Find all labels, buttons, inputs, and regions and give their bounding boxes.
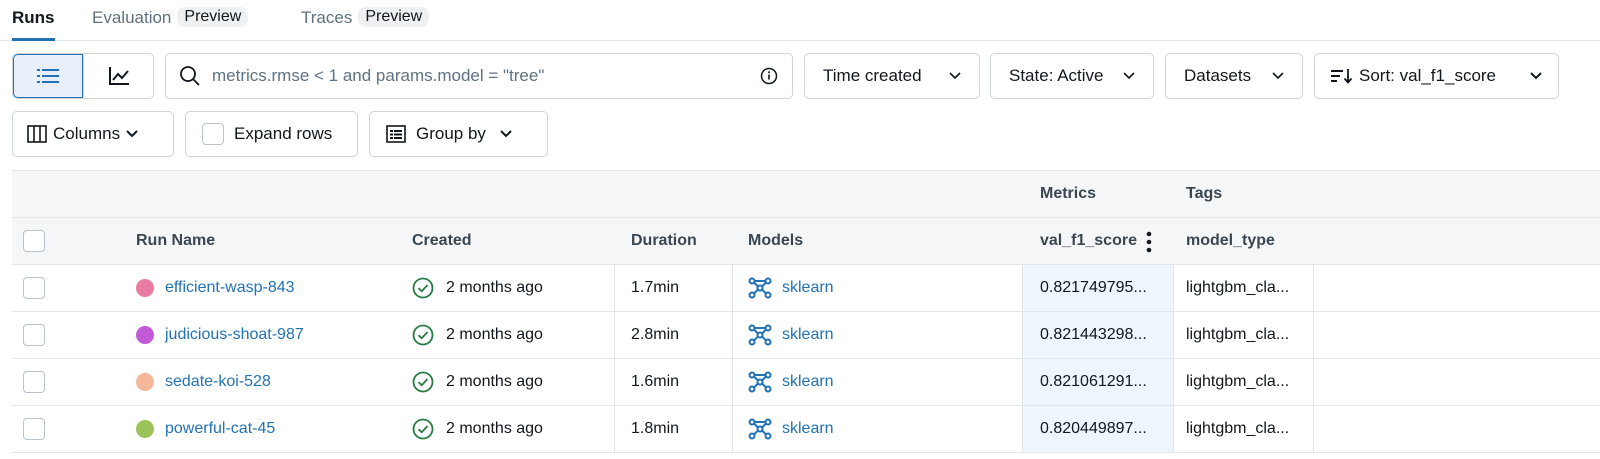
- success-check-icon: [412, 324, 434, 346]
- tab-runs[interactable]: Runs: [12, 8, 55, 41]
- column-group-header: Metrics Tags: [12, 170, 1600, 217]
- state-dropdown[interactable]: State: Active: [990, 53, 1154, 99]
- row-checkbox[interactable]: [23, 418, 45, 440]
- list-icon: [37, 67, 59, 85]
- model-link[interactable]: sklearn: [782, 373, 834, 391]
- duration: 2.8min: [631, 326, 680, 343]
- tab-traces[interactable]: Traces Preview: [301, 7, 430, 41]
- metric-value: 0.821061291...: [1040, 373, 1147, 390]
- tab-evaluation[interactable]: Evaluation Preview: [92, 7, 249, 41]
- sort-icon: [1331, 67, 1353, 85]
- success-check-icon: [412, 371, 434, 393]
- info-icon[interactable]: [760, 67, 778, 85]
- chevron-down-icon: [126, 130, 138, 138]
- tab-evaluation-label: Evaluation: [92, 8, 172, 27]
- table-header: Run Name Created Duration Models val_f1_…: [12, 217, 1600, 265]
- run-color-dot[interactable]: [136, 420, 154, 438]
- metric-value: 0.820449897...: [1040, 420, 1147, 437]
- group-by-label: Group by: [416, 124, 486, 143]
- table-row[interactable]: judicious-shoat-987 2 months ago 2.8min …: [12, 312, 1600, 359]
- header-val-f1-score[interactable]: val_f1_score: [1040, 232, 1137, 250]
- header-run-name[interactable]: Run Name: [136, 232, 215, 250]
- row-checkbox[interactable]: [23, 371, 45, 393]
- tab-bar: Runs Evaluation Preview Traces Preview: [0, 0, 1600, 41]
- datasets-label: Datasets: [1184, 66, 1252, 85]
- run-color-dot[interactable]: [136, 279, 154, 297]
- table-row[interactable]: efficient-wasp-843 2 months ago 1.7min s…: [12, 265, 1600, 312]
- search-placeholder: metrics.rmse < 1 and params.model = "tre…: [212, 66, 545, 85]
- model-link[interactable]: sklearn: [782, 326, 834, 344]
- header-model-type[interactable]: model_type: [1186, 232, 1275, 250]
- run-name-link[interactable]: efficient-wasp-843: [165, 279, 295, 297]
- expand-rows-toggle[interactable]: Expand rows: [185, 111, 358, 157]
- select-all-checkbox[interactable]: [23, 230, 45, 252]
- view-mode-toggle: [12, 53, 154, 99]
- datasets-dropdown[interactable]: Datasets: [1165, 53, 1303, 99]
- search-icon: [180, 66, 200, 86]
- state-label: State: Active: [1009, 66, 1104, 85]
- header-created[interactable]: Created: [412, 232, 472, 250]
- run-name-link[interactable]: powerful-cat-45: [165, 420, 275, 438]
- time-created-label: Time created: [823, 66, 922, 85]
- metrics-group-header: Metrics: [1040, 185, 1097, 202]
- columns-label: Columns: [53, 124, 121, 143]
- tag-value: lightgbm_cla...: [1186, 420, 1290, 437]
- table-row[interactable]: powerful-cat-45 2 months ago 1.8min skle…: [12, 406, 1600, 453]
- model-icon: [748, 371, 772, 393]
- header-models[interactable]: Models: [748, 232, 803, 250]
- duration: 1.8min: [631, 420, 680, 437]
- sort-dropdown[interactable]: Sort: val_f1_score: [1314, 53, 1559, 99]
- table-view-button[interactable]: [13, 54, 83, 98]
- preview-badge: Preview: [177, 7, 249, 27]
- duration: 1.7min: [631, 279, 680, 296]
- model-icon: [748, 418, 772, 440]
- created-time: 2 months ago: [446, 420, 543, 437]
- run-name-link[interactable]: sedate-koi-528: [165, 373, 271, 391]
- created-time: 2 months ago: [446, 279, 543, 296]
- success-check-icon: [412, 418, 434, 440]
- run-color-dot[interactable]: [136, 326, 154, 344]
- tab-traces-label: Traces: [301, 8, 353, 27]
- header-duration[interactable]: Duration: [631, 232, 697, 250]
- chevron-down-icon: [500, 130, 512, 138]
- created-time: 2 months ago: [446, 326, 543, 343]
- chart-view-button[interactable]: [83, 54, 153, 98]
- metric-value: 0.821443298...: [1040, 326, 1147, 343]
- model-link[interactable]: sklearn: [782, 420, 834, 438]
- tag-value: lightgbm_cla...: [1186, 279, 1290, 296]
- tags-group-header: Tags: [1186, 185, 1223, 202]
- tag-value: lightgbm_cla...: [1186, 326, 1290, 343]
- expand-rows-label: Expand rows: [234, 124, 333, 143]
- run-color-dot[interactable]: [136, 373, 154, 391]
- line-chart-icon: [108, 66, 130, 86]
- duration: 1.6min: [631, 373, 680, 390]
- model-icon: [748, 277, 772, 299]
- created-time: 2 months ago: [446, 373, 543, 390]
- columns-button[interactable]: Columns: [12, 111, 174, 157]
- model-icon: [748, 324, 772, 346]
- time-created-dropdown[interactable]: Time created: [804, 53, 980, 99]
- chevron-down-icon: [1123, 72, 1135, 80]
- row-checkbox[interactable]: [23, 277, 45, 299]
- search-input[interactable]: metrics.rmse < 1 and params.model = "tre…: [165, 53, 793, 99]
- success-check-icon: [412, 277, 434, 299]
- chevron-down-icon: [949, 72, 961, 80]
- metric-value: 0.821749795...: [1040, 279, 1147, 296]
- preview-badge: Preview: [358, 7, 430, 27]
- model-link[interactable]: sklearn: [782, 279, 834, 297]
- chevron-down-icon: [1272, 72, 1284, 80]
- column-menu-icon[interactable]: [1146, 231, 1152, 253]
- chevron-down-icon: [1530, 72, 1542, 80]
- tab-runs-label: Runs: [12, 8, 55, 27]
- expand-rows-checkbox[interactable]: [202, 123, 224, 145]
- run-name-link[interactable]: judicious-shoat-987: [165, 326, 304, 344]
- table-row[interactable]: sedate-koi-528 2 months ago 1.6min sklea…: [12, 359, 1600, 406]
- row-checkbox[interactable]: [23, 324, 45, 346]
- group-by-button[interactable]: Group by: [369, 111, 548, 157]
- tag-value: lightgbm_cla...: [1186, 373, 1290, 390]
- sort-label: Sort: val_f1_score: [1359, 66, 1497, 85]
- columns-icon: [27, 125, 47, 143]
- group-icon: [386, 125, 406, 143]
